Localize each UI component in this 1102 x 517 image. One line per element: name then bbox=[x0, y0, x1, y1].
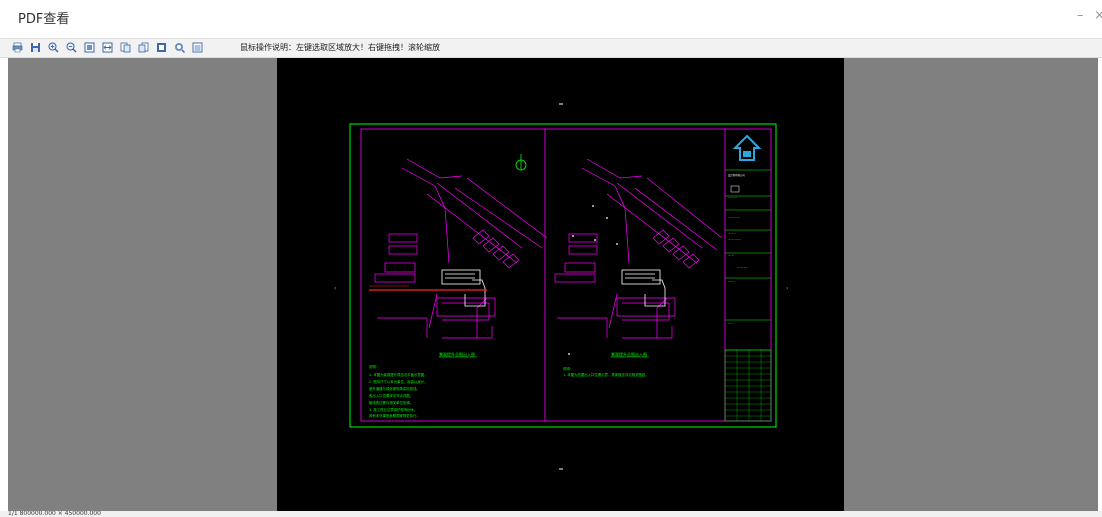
note-line: 2. 图中尺寸以米为单位，标高以米计。 bbox=[369, 379, 428, 384]
save-icon[interactable] bbox=[30, 42, 41, 53]
svg-text:................: ................ bbox=[728, 216, 740, 219]
notes-heading: 说明: bbox=[369, 364, 377, 369]
svg-text:.................: ................. bbox=[728, 238, 741, 241]
properties-icon[interactable] bbox=[192, 42, 203, 53]
right-plan-caption: 景观提升总图出入图 bbox=[611, 351, 647, 357]
first-page-icon[interactable] bbox=[120, 42, 131, 53]
company-name: 设计院有限公司 bbox=[728, 173, 745, 177]
zoom-out-icon[interactable] bbox=[66, 42, 77, 53]
svg-text:›: › bbox=[786, 285, 788, 292]
last-page-icon[interactable] bbox=[138, 42, 149, 53]
window-title: PDF查看 bbox=[18, 12, 70, 27]
right-notes-heading: 说明: bbox=[563, 366, 571, 371]
note-line: 室外道路与绿化按现场实际放线。 bbox=[369, 386, 420, 391]
zoom-in-icon[interactable] bbox=[48, 42, 59, 53]
left-plan-caption: 景观提升总图出入图 bbox=[439, 351, 475, 357]
status-text: 1/1 800000.000 × 450000.000 bbox=[8, 511, 101, 517]
pdf-page[interactable]: ‹ › 景观提升总图出入图 景观提升总图出入图 说明: 1. 本图为景观提升项目… bbox=[277, 58, 844, 511]
svg-text:‹: ‹ bbox=[334, 285, 336, 292]
close-button[interactable]: × bbox=[1094, 8, 1102, 23]
svg-text:............: ............ bbox=[728, 196, 737, 199]
note-line: 1. 本图为景观提升项目总平面示意图。 bbox=[369, 372, 428, 377]
svg-text:......: ...... bbox=[728, 322, 733, 325]
fit-width-icon[interactable] bbox=[102, 42, 113, 53]
status-bar: 1/1 800000.000 × 450000.000 bbox=[0, 511, 1102, 517]
mouse-hint: 鼠标操作说明：左键选取区域放大！右键拖拽！滚轮缩放 bbox=[240, 43, 440, 52]
print-icon[interactable] bbox=[12, 42, 23, 53]
right-note: 1. 本图为总图出入口位置示意，具体做法详见相关图纸。 bbox=[563, 372, 649, 377]
svg-text:.........: ......... bbox=[728, 280, 735, 283]
fit-page-icon[interactable] bbox=[84, 42, 95, 53]
title-bar: PDF查看 – × bbox=[0, 0, 1102, 38]
find-icon[interactable] bbox=[174, 42, 185, 53]
company-logo-icon bbox=[732, 134, 762, 161]
minimize-button[interactable]: – bbox=[1077, 8, 1084, 23]
svg-text:........: ........ bbox=[728, 254, 734, 257]
single-page-icon[interactable] bbox=[156, 42, 167, 53]
svg-text:..........: .......... bbox=[728, 232, 736, 235]
note-line: 3. 施工时应注意保护现有树木。 bbox=[369, 407, 417, 412]
toolbar: 鼠标操作说明：左键选取区域放大！右键拖拽！滚轮缩放 bbox=[0, 38, 1102, 58]
svg-text:..............: .............. bbox=[737, 266, 748, 269]
note-line: 其他未尽事宜参照国家规范执行。 bbox=[369, 413, 420, 418]
note-line: 各出入口位置详见节点详图。 bbox=[369, 393, 413, 398]
note-line: 管线改迁需与相关单位协调。 bbox=[369, 400, 413, 405]
cad-drawing: ‹ › 景观提升总图出入图 景观提升总图出入图 说明: 1. 本图为景观提升项目… bbox=[334, 103, 788, 470]
